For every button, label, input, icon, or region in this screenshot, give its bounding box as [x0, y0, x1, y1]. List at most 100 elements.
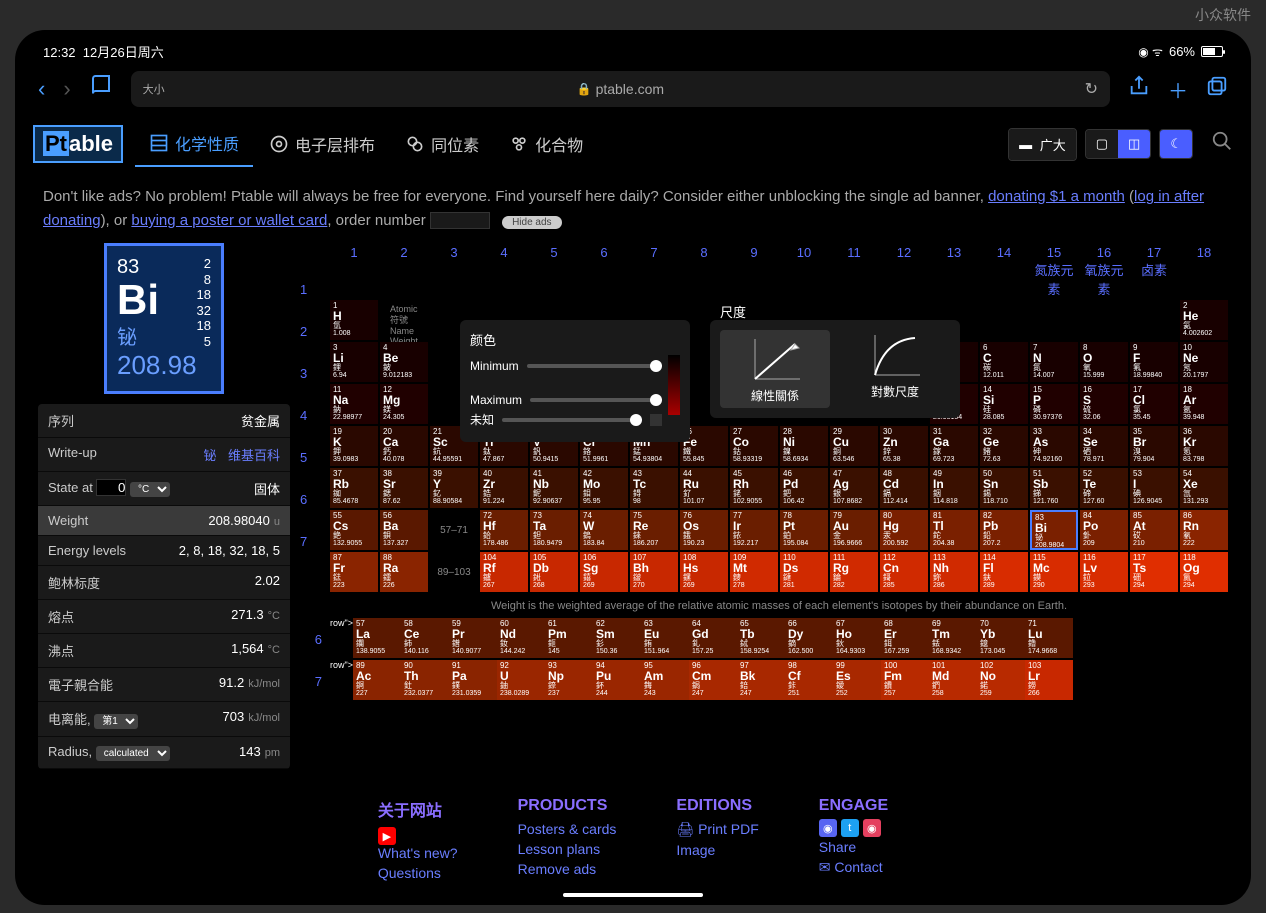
element-Sn[interactable]: 50Sn錫118.710	[980, 468, 1028, 508]
element-Mc[interactable]: 115Mc鏌290	[1030, 552, 1078, 592]
display-wide-button[interactable]: ▬ 广大	[1009, 129, 1076, 160]
element-Ho[interactable]: 67Ho鈥164.9303	[833, 618, 881, 658]
group-1[interactable]: 1	[330, 243, 378, 300]
group-8[interactable]: 8	[680, 243, 728, 300]
element-Sm[interactable]: 62Sm釤150.36	[593, 618, 641, 658]
element-Gd[interactable]: 64Gd釓157.25	[689, 618, 737, 658]
reload-button[interactable]: ↻	[1085, 79, 1098, 99]
state-input[interactable]	[96, 479, 126, 496]
element-Na[interactable]: 11Na鈉22.98977	[330, 384, 378, 424]
element-Os[interactable]: 76Os鋨190.23	[680, 510, 728, 550]
tabs-button[interactable]	[1206, 75, 1228, 103]
log-scale-button[interactable]: 對數尺度	[840, 330, 950, 408]
element-Er[interactable]: 68Er鉺167.259	[881, 618, 929, 658]
group-6[interactable]: 6	[580, 243, 628, 300]
unknown-slider[interactable]	[502, 418, 642, 422]
element-I[interactable]: 53I碘126.9045	[1130, 468, 1178, 508]
footer-lessons[interactable]: Lesson plans	[518, 839, 617, 859]
element-S[interactable]: 16S硫32.06	[1080, 384, 1128, 424]
prop-select[interactable]: 第1	[94, 714, 138, 729]
bookmarks-button[interactable]	[89, 74, 113, 104]
element-La[interactable]: 57La鑭138.9055	[353, 618, 401, 658]
element-Pd[interactable]: 46Pd鈀106.42	[780, 468, 828, 508]
footer-image[interactable]: Image	[676, 840, 758, 860]
instagram-icon[interactable]: ◉	[863, 819, 881, 837]
group-10[interactable]: 10	[780, 243, 828, 300]
tab-electrons[interactable]: 电子层排布	[255, 121, 389, 167]
layout-split-button[interactable]: ◫	[1118, 130, 1150, 158]
element-Y[interactable]: 39Y釔88.90584	[430, 468, 478, 508]
group-13[interactable]: 13	[930, 243, 978, 300]
group-11[interactable]: 11	[830, 243, 878, 300]
layout-single-button[interactable]: ▢	[1086, 130, 1118, 158]
element-Nh[interactable]: 113Nh鉨286	[930, 552, 978, 592]
prop-row[interactable]: Write-up铋 维基百科	[38, 438, 290, 472]
linear-scale-button[interactable]: 線性關係	[720, 330, 830, 408]
element-Yb[interactable]: 70Yb鐿173.045	[977, 618, 1025, 658]
tab-isotopes[interactable]: 同位素	[391, 121, 493, 167]
forward-button[interactable]: ›	[63, 76, 70, 102]
element-Ag[interactable]: 47Ag銀107.8682	[830, 468, 878, 508]
group-17[interactable]: 17卤素	[1130, 243, 1178, 300]
prop-row[interactable]: 序列贫金属	[38, 404, 290, 438]
element-Ac[interactable]: 89Ac錒227	[353, 660, 401, 700]
discord-icon[interactable]: ◉	[819, 819, 837, 837]
footer-share[interactable]: Share	[819, 837, 888, 857]
element-Ru[interactable]: 44Ru釕101.07	[680, 468, 728, 508]
poster-link[interactable]: buying a poster or wallet card	[131, 212, 327, 229]
element-Nd[interactable]: 60Nd釹144.242	[497, 618, 545, 658]
element-Fr[interactable]: 87Fr鍅223	[330, 552, 378, 592]
element-Pm[interactable]: 61Pm鉕145	[545, 618, 593, 658]
element-Re[interactable]: 75Re錸186.207	[630, 510, 678, 550]
element-Ir[interactable]: 77Ir銥192.217	[730, 510, 778, 550]
element-Ds[interactable]: 110Ds鐽281	[780, 552, 828, 592]
min-slider[interactable]	[527, 364, 662, 368]
element-Li[interactable]: 3Li鋰6.94	[330, 342, 378, 382]
group-16[interactable]: 16氧族元素	[1080, 243, 1128, 300]
element-Db[interactable]: 105Db𨧀268	[530, 552, 578, 592]
prop-row[interactable]: 电离能, 第1703kJ/mol	[38, 702, 290, 737]
prop-row[interactable]: 電子親合能91.2kJ/mol	[38, 668, 290, 702]
element-Bi[interactable]: 83Bi铋208.9804	[1030, 510, 1078, 550]
element-Au[interactable]: 79Au金196.9666	[830, 510, 878, 550]
element-Lr[interactable]: 103Lr鐒266	[1025, 660, 1073, 700]
element-Bh[interactable]: 107Bh𨨏270	[630, 552, 678, 592]
element-Tb[interactable]: 65Tb鋱158.9254	[737, 618, 785, 658]
element-Pa[interactable]: 91Pa鏷231.0359	[449, 660, 497, 700]
element-Ce[interactable]: 58Ce鈰140.116	[401, 618, 449, 658]
logo[interactable]: Ptable	[33, 125, 123, 163]
element-N[interactable]: 7N氮14.007	[1030, 342, 1078, 382]
element-Zr[interactable]: 40Zr鋯91.224	[480, 468, 528, 508]
element-Bk[interactable]: 97Bk錇247	[737, 660, 785, 700]
element-Cs[interactable]: 55Cs銫132.9055	[330, 510, 378, 550]
footer-contact[interactable]: ✉ Contact	[819, 857, 888, 878]
element-Hs[interactable]: 108Hs𨭆269	[680, 552, 728, 592]
element-Nb[interactable]: 41Nb鈮92.90637	[530, 468, 578, 508]
tab-compounds[interactable]: 化合物	[495, 121, 597, 167]
element-In[interactable]: 49In銦114.818	[930, 468, 978, 508]
textsize-button[interactable]: 大小	[143, 81, 165, 97]
element-Ne[interactable]: 10Ne氖20.1797	[1180, 342, 1228, 382]
element-Tm[interactable]: 69Tm銩168.9342	[929, 618, 977, 658]
element-Cn[interactable]: 112Cn鎶285	[880, 552, 928, 592]
period-4[interactable]: 4	[300, 394, 315, 436]
prop-row[interactable]: State at °C固体	[38, 472, 290, 506]
element-Rg[interactable]: 111Rg錀282	[830, 552, 878, 592]
element-Rn[interactable]: 86Rn氡222	[1180, 510, 1228, 550]
element-Ca[interactable]: 20Ca鈣40.078	[380, 426, 428, 466]
element-Pb[interactable]: 82Pb鉛207.2	[980, 510, 1028, 550]
element-Pt[interactable]: 78Pt鉑195.084	[780, 510, 828, 550]
element-Mo[interactable]: 42Mo鉬95.95	[580, 468, 628, 508]
element-Lv[interactable]: 116Lv鉝293	[1080, 552, 1128, 592]
element-As[interactable]: 33As砷74.92160	[1030, 426, 1078, 466]
element-Th[interactable]: 90Th釷232.0377	[401, 660, 449, 700]
element-Cm[interactable]: 96Cm鋦247	[689, 660, 737, 700]
home-indicator[interactable]	[563, 893, 703, 897]
element-Md[interactable]: 101Md鍆258	[929, 660, 977, 700]
back-button[interactable]: ‹	[38, 76, 45, 102]
element-Fl[interactable]: 114Fl鈇289	[980, 552, 1028, 592]
group-4[interactable]: 4	[480, 243, 528, 300]
element-Og[interactable]: 118Og鿫294	[1180, 552, 1228, 592]
element-Br[interactable]: 35Br溴79.904	[1130, 426, 1178, 466]
group-9[interactable]: 9	[730, 243, 778, 300]
